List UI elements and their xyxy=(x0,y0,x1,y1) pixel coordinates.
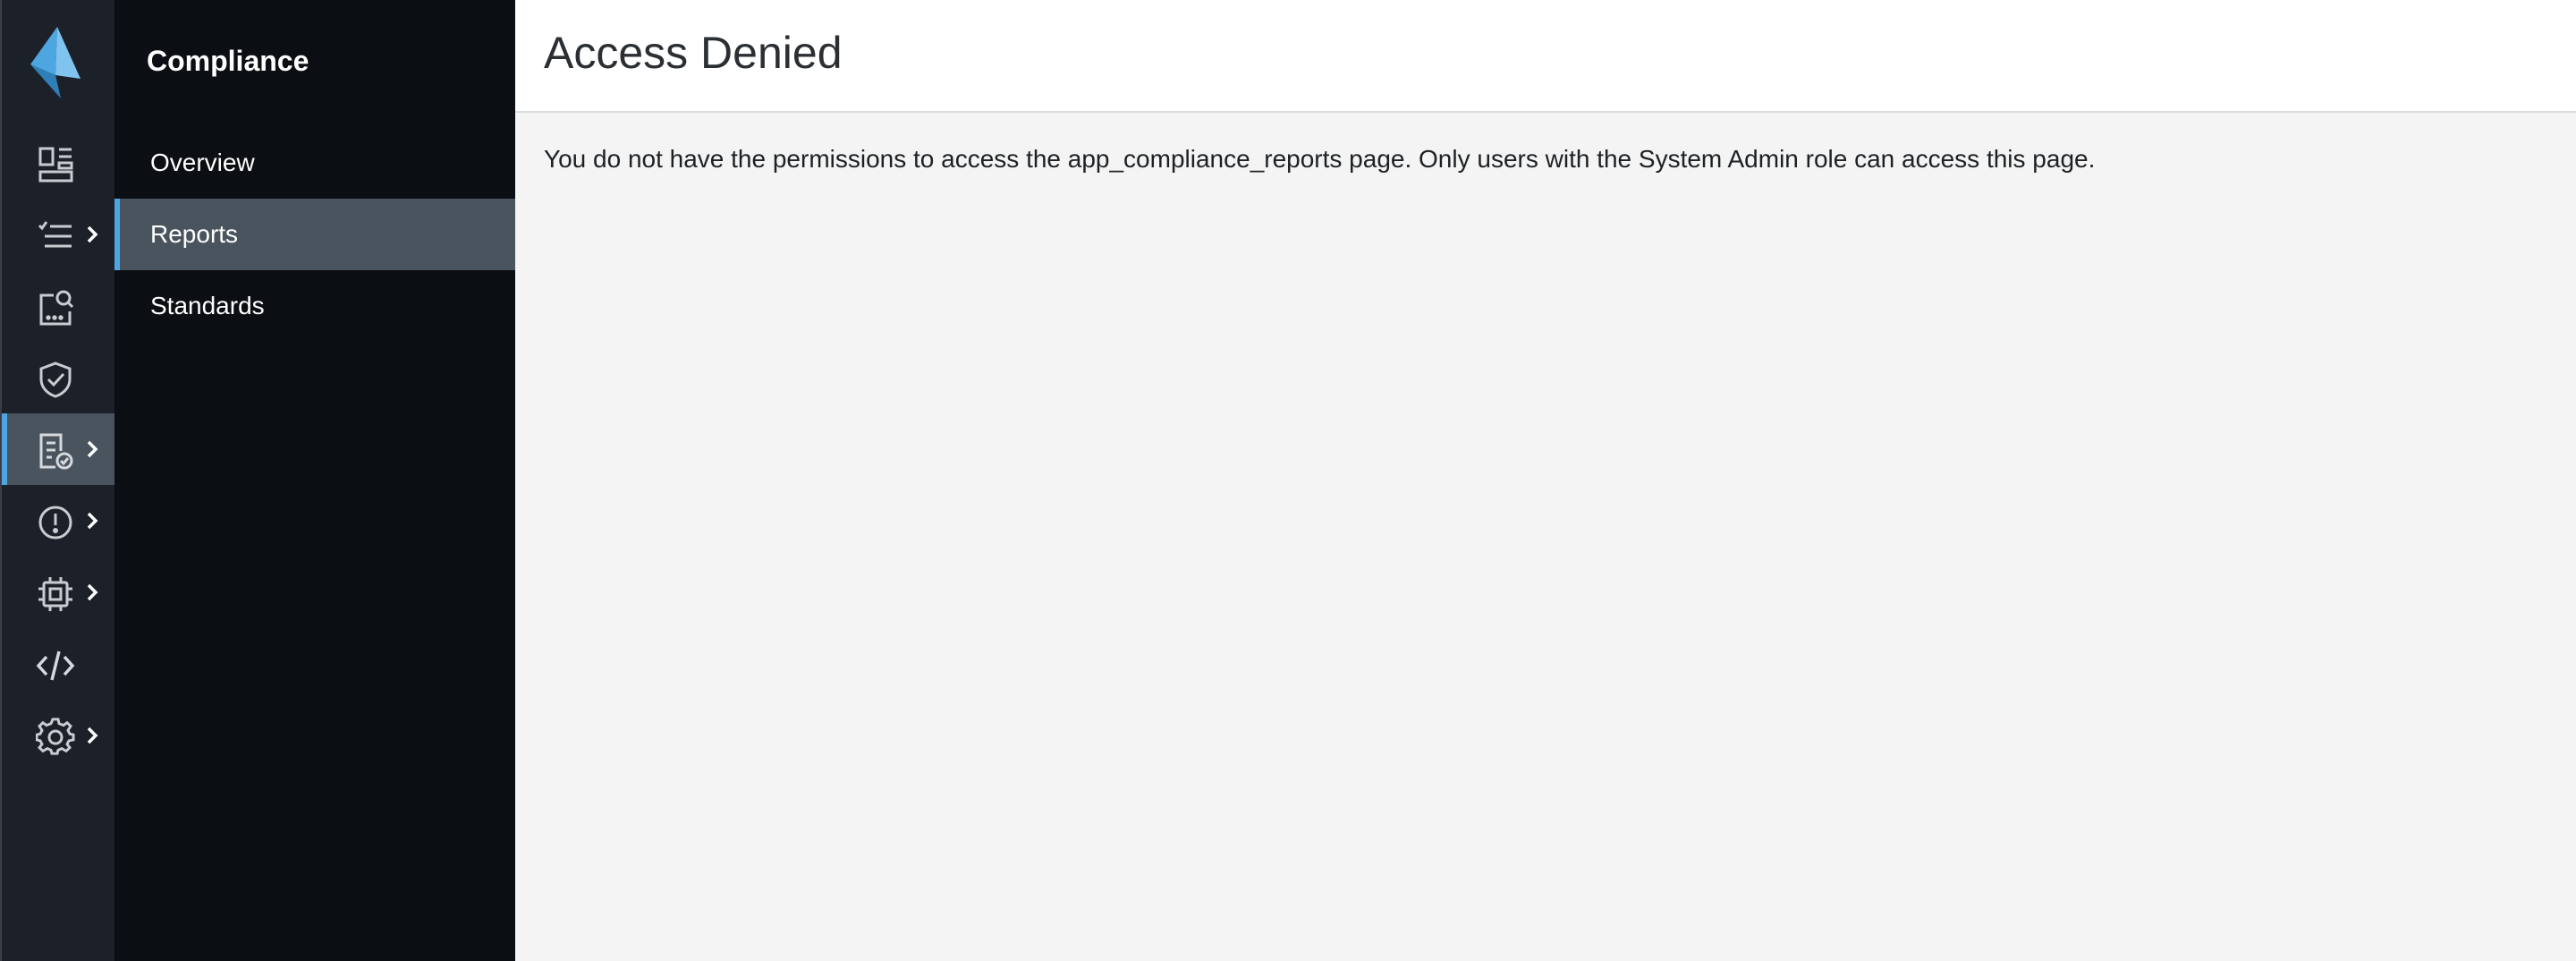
subnav-item-overview[interactable]: Overview xyxy=(114,127,515,199)
app-logo-icon[interactable] xyxy=(25,25,88,100)
subnav-item-reports[interactable]: Reports xyxy=(114,199,515,270)
chevron-right-icon xyxy=(87,225,98,243)
chevron-right-icon xyxy=(87,583,98,601)
rail-item-alerts[interactable] xyxy=(2,485,114,557)
chip-icon xyxy=(38,577,72,611)
page-title: Access Denied xyxy=(544,28,843,78)
code-icon xyxy=(36,651,75,681)
chevron-right-icon xyxy=(87,440,98,458)
icon-rail xyxy=(0,0,114,961)
rail-item-search-report[interactable] xyxy=(2,270,114,342)
compliance-report-icon xyxy=(39,433,73,470)
search-report-icon xyxy=(39,290,74,326)
chevron-right-icon xyxy=(87,512,98,530)
compliance-subnav: Compliance Overview Reports Standards xyxy=(114,0,515,961)
rail-item-settings[interactable] xyxy=(2,700,114,771)
rail-item-checklist[interactable] xyxy=(2,199,114,270)
alert-icon xyxy=(38,506,72,540)
subnav-item-standards[interactable]: Standards xyxy=(114,270,515,342)
access-denied-message: You do not have the permissions to acces… xyxy=(544,145,2096,173)
dashboard-icon xyxy=(38,147,73,183)
subnav-title: Compliance xyxy=(147,45,309,77)
page-header: Access Denied xyxy=(515,0,2576,113)
gear-icon xyxy=(36,718,75,755)
rail-item-dashboard[interactable] xyxy=(2,127,114,199)
chevron-right-icon xyxy=(87,727,98,744)
rail-item-code[interactable] xyxy=(2,628,114,700)
checklist-icon xyxy=(38,221,72,248)
rail-item-shield[interactable] xyxy=(2,342,114,413)
rail-item-compliance[interactable] xyxy=(2,413,114,485)
shield-check-icon xyxy=(39,361,72,398)
rail-item-platform[interactable] xyxy=(2,557,114,628)
